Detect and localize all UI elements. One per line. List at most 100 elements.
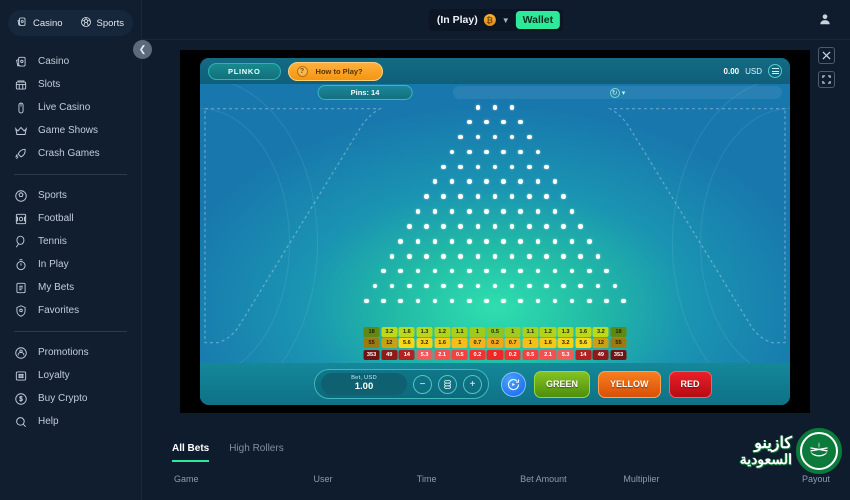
- how-to-play-button[interactable]: ? How to Play?: [287, 61, 383, 81]
- sidebar-item-football[interactable]: Football: [0, 207, 141, 230]
- segment-sports[interactable]: Sports: [71, 10, 134, 36]
- sidebar-item-my-bets[interactable]: My Bets: [0, 276, 141, 299]
- risk-red-button[interactable]: RED: [668, 370, 712, 398]
- sidebar-item-game-shows[interactable]: Game Shows: [0, 119, 141, 142]
- pin: [518, 149, 523, 155]
- chevron-down-icon[interactable]: ▼: [502, 16, 510, 25]
- pin: [509, 105, 515, 110]
- sidebar-item-casino[interactable]: Casino: [0, 50, 141, 73]
- sidebar-item-live-casino[interactable]: Live Casino: [0, 96, 141, 119]
- bet-increase-button[interactable]: +: [463, 374, 482, 394]
- pin-row: [200, 194, 790, 207]
- pin: [578, 283, 583, 289]
- column-time: Time: [416, 474, 437, 484]
- pin: [509, 164, 515, 170]
- balance-display: 0.00 USD: [724, 64, 782, 78]
- sidebar-item-slots[interactable]: Slots: [0, 73, 141, 96]
- pin: [518, 239, 523, 244]
- multiplier-cell: 1.6: [398, 326, 415, 337]
- multiplier-cell: 0.5: [451, 349, 468, 360]
- auto-play-icon[interactable]: [501, 371, 526, 397]
- pin: [458, 134, 464, 140]
- pin: [544, 194, 549, 199]
- slots-icon: [14, 78, 28, 92]
- pin: [415, 239, 421, 244]
- ball-icon: [14, 189, 28, 203]
- logo-line-1: كازينو: [754, 434, 792, 452]
- multiplier-cell: 0.5: [486, 326, 504, 337]
- pin: [492, 194, 498, 199]
- pin: [398, 268, 404, 274]
- game-top-bar: PLINKO ? How to Play? 0.00 USD: [200, 58, 790, 84]
- multiplier-cell: 3.2: [416, 338, 433, 348]
- multiplier-cell: 49: [592, 349, 609, 360]
- multiplier-cell: 14: [575, 349, 592, 360]
- refresh-control[interactable]: ↻ ▾: [609, 87, 625, 98]
- football-field-icon: [14, 212, 28, 226]
- pin: [458, 224, 464, 229]
- pin: [407, 253, 412, 259]
- pin: [484, 179, 489, 185]
- wallet-button[interactable]: Wallet: [515, 11, 561, 29]
- pin: [492, 164, 498, 170]
- pin: [501, 209, 506, 214]
- column-multiplier: Multiplier: [623, 474, 660, 484]
- pin: [458, 253, 464, 259]
- segment-casino[interactable]: Casino: [8, 10, 71, 36]
- pin-row: [200, 209, 790, 222]
- sidebar-item-promotions[interactable]: Promotions: [0, 341, 141, 364]
- hamburger-icon[interactable]: [768, 64, 782, 78]
- multiplier-cell: 1.6: [539, 338, 557, 348]
- pin: [484, 239, 489, 244]
- bet-decrease-button[interactable]: −: [413, 374, 432, 394]
- pin: [526, 224, 532, 229]
- sidebar-item-tennis[interactable]: Tennis: [0, 230, 141, 253]
- sidebar-item-sports[interactable]: Sports: [0, 184, 141, 207]
- multiplier-cell: 0.2: [486, 338, 504, 348]
- multiplier-cell: 1.6: [434, 338, 451, 348]
- multiplier-cell: 0: [486, 349, 504, 360]
- pin-row: [200, 239, 790, 252]
- pin: [561, 283, 566, 289]
- pin-row: [200, 179, 790, 192]
- user-icon[interactable]: [818, 12, 832, 26]
- pin: [509, 224, 515, 229]
- multiplier-cell: 12: [381, 338, 398, 348]
- sidebar-item-loyalty[interactable]: Loyalty: [0, 364, 141, 387]
- pin-row: [200, 268, 790, 282]
- sidebar-collapse-button[interactable]: ❮: [133, 40, 152, 59]
- pin: [552, 239, 558, 244]
- game-progress-track: ↻ ▾: [453, 86, 782, 99]
- sidebar-item-crash-games[interactable]: Crash Games: [0, 142, 141, 165]
- pin: [475, 253, 481, 259]
- sidebar-item-label: Casino: [38, 56, 70, 67]
- bet-input[interactable]: Bet, USD 1.00: [321, 373, 407, 395]
- pin: [407, 224, 412, 229]
- chips-icon[interactable]: [438, 374, 457, 394]
- sidebar-item-favorites[interactable]: Favorites: [0, 299, 141, 322]
- tab-high-rollers[interactable]: High Rollers: [229, 443, 283, 462]
- multiplier-row-red: 353 49 14 5.3 2.1 0.5 0.2 0 0.2 0.5 2.1 5.3 14 49 353: [363, 349, 627, 360]
- pin: [432, 268, 438, 274]
- tab-all-bets[interactable]: All Bets: [172, 443, 210, 462]
- pin: [518, 209, 523, 214]
- pin: [389, 283, 395, 289]
- risk-yellow-button[interactable]: YELLOW: [598, 370, 661, 398]
- sidebar-item-in-play[interactable]: In Play: [0, 253, 141, 276]
- pin: [535, 239, 541, 244]
- multiplier-cell: 14: [398, 349, 415, 360]
- pin: [535, 268, 541, 274]
- risk-green-button[interactable]: GREEN: [534, 370, 591, 398]
- sidebar-item-buy-crypto[interactable]: Buy Crypto: [0, 387, 141, 410]
- pin: [544, 253, 549, 259]
- nav-group-misc: Promotions Loyalty Buy Crypto Help: [0, 341, 141, 433]
- sidebar-item-help[interactable]: Help: [0, 410, 141, 433]
- cards-icon: [14, 55, 28, 69]
- ticket-icon: [14, 281, 28, 295]
- how-to-play-label: How to Play?: [315, 66, 363, 76]
- multiplier-cell: 5.3: [416, 349, 433, 360]
- fullscreen-icon[interactable]: [818, 71, 835, 88]
- pin: [569, 268, 575, 274]
- close-icon[interactable]: [818, 47, 835, 64]
- pin: [441, 283, 446, 289]
